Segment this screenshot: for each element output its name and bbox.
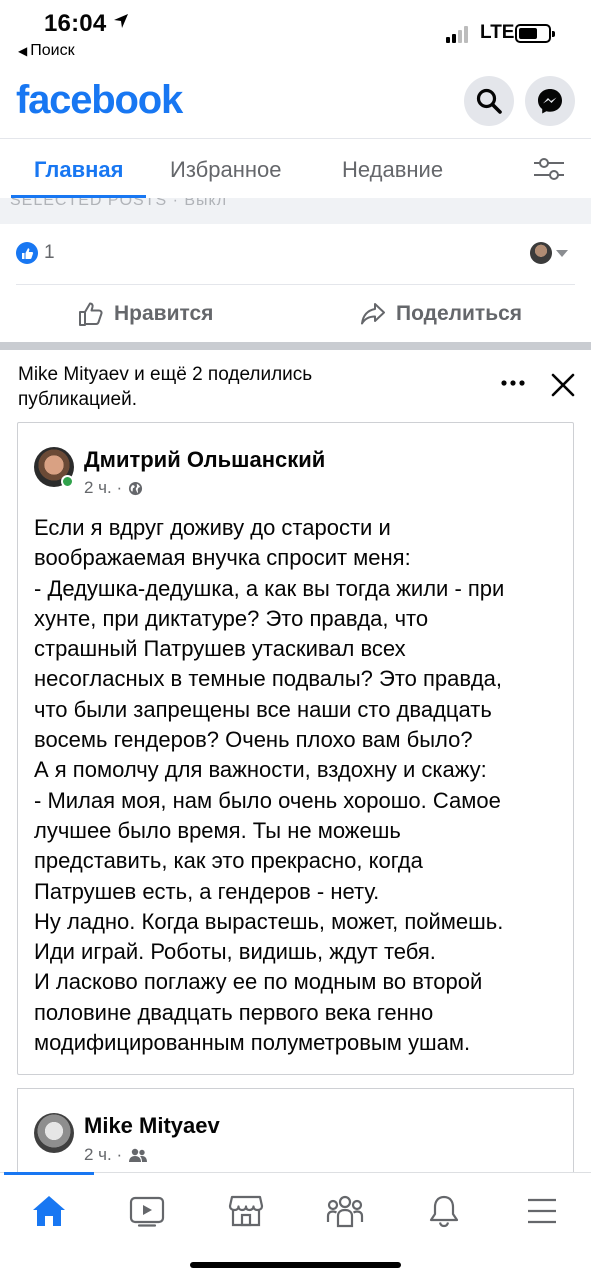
audience-avatar[interactable]: [530, 242, 552, 264]
post-actions: Нравится Поделиться: [16, 284, 575, 342]
share-button[interactable]: Поделиться: [360, 301, 522, 327]
facebook-logo[interactable]: facebook: [16, 78, 183, 123]
back-arrow-icon: ◀: [18, 44, 28, 58]
like-label: Нравится: [114, 302, 214, 325]
home-icon: [33, 1196, 65, 1226]
reaction-summary[interactable]: 1: [0, 224, 591, 284]
like-count: 1: [44, 242, 55, 263]
shared-post-header: Mike Mityaev и ещё 2 поделились публикац…: [0, 350, 591, 420]
post-text-line: что были запрещены все наши сто двадцать: [34, 696, 492, 722]
active-nav-indicator: [4, 1172, 94, 1175]
post-text-line: половине двадцать первого века генно: [34, 999, 434, 1025]
reshare-author-name[interactable]: Mike Mityaev: [84, 1113, 220, 1139]
post-text-line: хунте, при диктатуре? Это правда, что: [34, 605, 429, 631]
notifications-icon: [429, 1195, 459, 1228]
nav-notifications[interactable]: [424, 1191, 464, 1231]
nav-watch[interactable]: [127, 1191, 167, 1231]
post-text-line: И ласково поглажу ее по модным во второй: [34, 969, 483, 995]
feed-tabs: Главная Избранное Недавние: [0, 138, 591, 199]
search-icon: [476, 88, 502, 114]
post-meta: 2 ч. ·: [84, 478, 143, 498]
signal-icon: [446, 25, 472, 43]
post-text-line: страшный Патрушев утаскивал всех: [34, 636, 406, 662]
tab-favorites[interactable]: Избранное: [170, 157, 282, 183]
nav-home[interactable]: [29, 1191, 69, 1231]
messenger-icon: [538, 89, 562, 114]
post-text-line: Иди играй. Роботы, видишь, ждут тебя.: [34, 939, 436, 965]
watch-icon: [129, 1196, 165, 1227]
post-text-line: Если я вдруг доживу до старости и: [34, 515, 391, 540]
post-text-line: - Дедушка-дедушка, а как вы тогда жили -…: [34, 575, 505, 601]
nav-groups[interactable]: [325, 1191, 365, 1231]
search-button[interactable]: [464, 76, 514, 126]
groups-icon: [326, 1195, 364, 1228]
ghost-text: SELECTED POSTS · Выкл: [10, 198, 228, 209]
post-text[interactable]: Если я вдруг доживу до старости и вообра…: [34, 513, 564, 1058]
globe-icon: [129, 481, 143, 495]
thumbs-up-icon: [79, 302, 103, 326]
close-icon[interactable]: [550, 372, 576, 398]
post-text-line: Патрушев есть, а гендеров - нету.: [34, 878, 380, 904]
feed-separator: [0, 342, 591, 350]
post-text-line: А я помолчу для важности, вздохну и скаж…: [34, 757, 487, 783]
share-label: Поделиться: [396, 302, 523, 325]
more-options-icon[interactable]: [500, 378, 526, 388]
reshare-time[interactable]: 2 ч. ·: [84, 1145, 122, 1165]
network-type: LTE: [480, 22, 515, 43]
post-text-line: воображаемая внучка спросит меня:: [34, 545, 411, 571]
like-button[interactable]: Нравится: [78, 301, 213, 327]
post-text-line: представить, как это прекрасно, когда: [34, 848, 423, 874]
nav-menu[interactable]: [522, 1191, 562, 1231]
menu-icon: [528, 1198, 556, 1224]
marketplace-icon: [228, 1195, 264, 1227]
messenger-button[interactable]: [525, 76, 575, 126]
status-time: 16:04: [44, 10, 107, 37]
post-author-name[interactable]: Дмитрий Ольшанский: [84, 447, 325, 473]
back-to-search-link[interactable]: ◀ Поиск: [18, 42, 75, 60]
location-arrow-icon: [114, 14, 128, 28]
post-text-line: модифицированным полуметровым ушам.: [34, 1030, 471, 1056]
chevron-down-icon[interactable]: [556, 250, 568, 257]
post-text-line: несогласных в темные подвалы? Это правда…: [34, 666, 503, 692]
like-reaction-icon: [16, 242, 38, 264]
home-indicator[interactable]: [190, 1262, 401, 1268]
reshare-meta: 2 ч. ·: [84, 1145, 148, 1165]
shared-by-text[interactable]: Mike Mityaev и ещё 2 поделились публикац…: [18, 362, 418, 412]
sliders-icon[interactable]: [532, 155, 566, 183]
previous-post-remnant: SELECTED POSTS · Выкл: [0, 198, 591, 224]
battery-icon: [515, 24, 555, 43]
post-time[interactable]: 2 ч. ·: [84, 478, 122, 498]
back-link-label: Поиск: [30, 42, 75, 59]
status-bar: 16:04 ◀ Поиск LTE: [0, 0, 591, 68]
original-post-card[interactable]: Дмитрий Ольшанский 2 ч. · Если я вдруг д…: [17, 422, 574, 1075]
post-text-line: - Милая моя, нам было очень хорошо. Само…: [34, 787, 501, 813]
post-text-line: восемь гендеров? Очень плохо вам было?: [34, 727, 473, 753]
nav-marketplace[interactable]: [226, 1191, 266, 1231]
online-status-dot: [61, 475, 74, 488]
friends-icon: [129, 1148, 148, 1162]
tab-recent[interactable]: Недавние: [342, 157, 443, 183]
app-header: facebook: [0, 68, 591, 138]
post-text-line: Ну ладно. Когда вырастешь, может, поймеш…: [34, 908, 504, 934]
avatar[interactable]: [34, 1113, 74, 1153]
tab-home[interactable]: Главная: [34, 157, 123, 183]
post-text-line: лучшее было время. Ты не можешь: [34, 817, 401, 843]
share-icon: [361, 303, 385, 325]
